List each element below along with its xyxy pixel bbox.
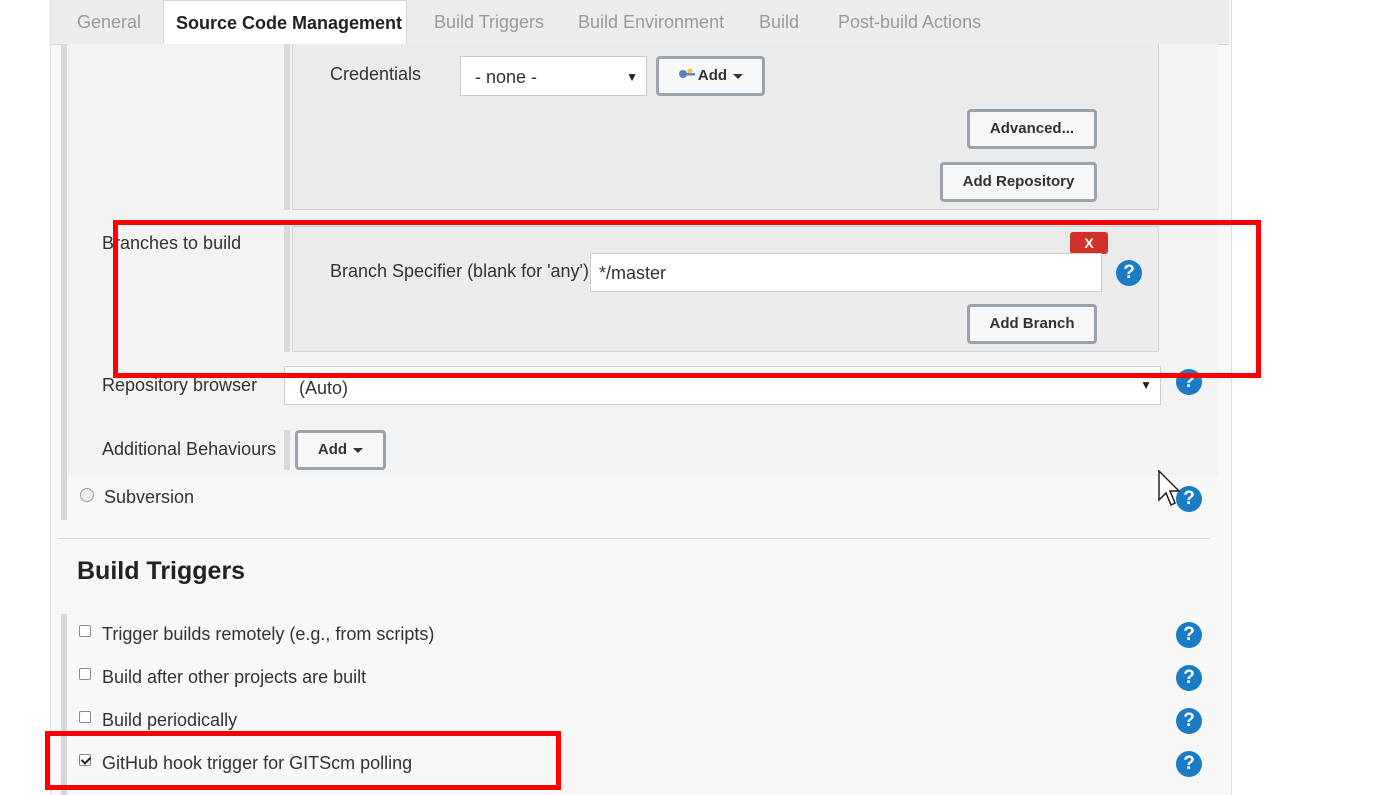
- caret-down-icon: [353, 447, 364, 453]
- mouse-cursor-icon: [1158, 469, 1181, 513]
- section-divider: [58, 538, 1210, 539]
- add-repository-button[interactable]: Add Repository: [940, 162, 1097, 202]
- add-branch-button[interactable]: Add Branch: [967, 304, 1097, 344]
- add-behaviour-button[interactable]: Add: [295, 430, 386, 470]
- github-hook-help-icon[interactable]: ?: [1176, 751, 1202, 777]
- build-triggers-heading: Build Triggers: [77, 557, 246, 585]
- dropdown-arrow-icon: ▼: [1140, 378, 1152, 392]
- build-after-checkbox[interactable]: [79, 668, 91, 680]
- tab-general[interactable]: General: [77, 0, 141, 44]
- build-periodically-help-icon[interactable]: ?: [1176, 708, 1202, 734]
- credentials-label: Credentials: [330, 64, 422, 84]
- repository-browser-label: Repository browser: [102, 375, 258, 395]
- dropdown-arrow-icon: ▼: [626, 70, 638, 84]
- additional-behaviours-label: Additional Behaviours: [102, 439, 277, 459]
- build-periodically-label: Build periodically: [102, 710, 238, 730]
- credentials-value: - none -: [475, 67, 538, 87]
- branch-section-bar: [284, 226, 290, 352]
- build-after-help-icon[interactable]: ?: [1176, 665, 1202, 691]
- tab-post-build-actions[interactable]: Post-build Actions: [838, 0, 981, 44]
- repository-browser-value: (Auto): [299, 378, 349, 398]
- advanced-button[interactable]: Advanced...: [967, 109, 1097, 149]
- repository-browser-help-icon[interactable]: ?: [1176, 369, 1202, 395]
- repository-section-bar: [284, 44, 290, 210]
- credentials-select[interactable]: - none - ▼: [460, 56, 647, 96]
- caret-down-icon: [733, 73, 744, 79]
- tab-build-triggers[interactable]: Build Triggers: [434, 0, 544, 44]
- credentials-add-button[interactable]: Add: [656, 56, 765, 96]
- add-behaviour-label: Add: [317, 441, 348, 458]
- trigger-remote-label: Trigger builds remotely (e.g., from scri…: [102, 624, 435, 644]
- trigger-remote-help-icon[interactable]: ?: [1176, 622, 1202, 648]
- branch-specifier-label: Branch Specifier (blank for 'any'): [330, 261, 589, 281]
- github-hook-checkbox[interactable]: [79, 754, 91, 766]
- branch-specifier-help-icon[interactable]: ?: [1116, 260, 1142, 286]
- branches-label: Branches to build: [102, 233, 242, 253]
- github-hook-label: GitHub hook trigger for GITScm polling: [102, 753, 413, 773]
- trigger-remote-checkbox[interactable]: [79, 625, 91, 637]
- key-icon: [678, 59, 696, 93]
- tab-build[interactable]: Build: [759, 0, 799, 44]
- branch-specifier-input[interactable]: */master: [590, 253, 1102, 292]
- repository-browser-select[interactable]: (Auto) ▼: [284, 366, 1161, 405]
- build-triggers-section-bar: [61, 614, 67, 795]
- behaviours-section-bar: [284, 430, 290, 470]
- scm-section-bar: [61, 44, 67, 520]
- subversion-label: Subversion: [104, 487, 195, 507]
- delete-branch-button[interactable]: X: [1070, 232, 1108, 254]
- build-periodically-checkbox[interactable]: [79, 711, 91, 723]
- credentials-add-label: Add: [697, 67, 728, 84]
- tab-source-code-management[interactable]: Source Code Management: [163, 0, 407, 44]
- tab-build-environment[interactable]: Build Environment: [578, 0, 724, 44]
- subversion-radio[interactable]: [80, 488, 94, 502]
- build-after-label: Build after other projects are built: [102, 667, 367, 687]
